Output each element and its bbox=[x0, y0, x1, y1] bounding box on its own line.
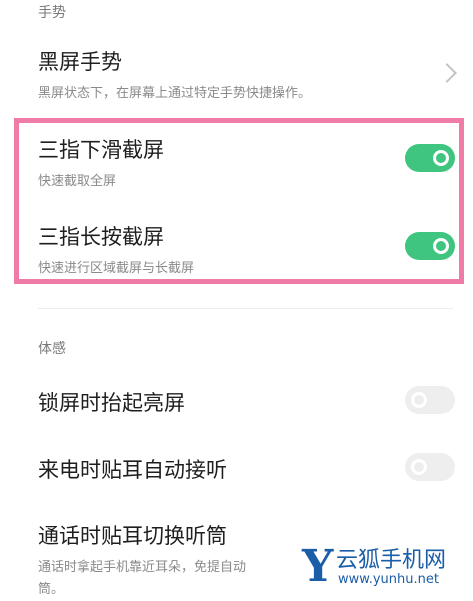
watermark-site-name: 云狐手机网 bbox=[336, 548, 447, 573]
watermark-logo-icon: Y bbox=[302, 541, 334, 592]
section-header-gesture: 手势 bbox=[38, 5, 66, 21]
watermark: Y 云狐手机网 www.yunhu.net bbox=[298, 540, 473, 598]
section-divider bbox=[38, 308, 453, 309]
auto-answer-toggle[interactable] bbox=[405, 453, 455, 481]
section-header-motion: 体感 bbox=[38, 341, 66, 357]
setting-title-raise-to-wake: 锁屏时抬起亮屏 bbox=[38, 391, 185, 415]
toggle-knob bbox=[411, 459, 427, 475]
toggle-knob bbox=[411, 392, 427, 408]
highlight-frame bbox=[14, 118, 464, 284]
chevron-right-icon bbox=[437, 63, 457, 83]
setting-title-auto-answer: 来电时贴耳自动接听 bbox=[38, 458, 227, 482]
settings-page: 手势 黑屏手势 黑屏状态下，在屏幕上通过特定手势快捷操作。 三指下滑截屏 快速截… bbox=[0, 0, 473, 601]
setting-subtitle-switch-earpiece-line1: 通话时拿起手机靠近耳朵，免提自动 bbox=[38, 560, 247, 575]
setting-title-switch-earpiece: 通话时贴耳切换听筒 bbox=[38, 524, 227, 548]
setting-title-black-screen-gesture: 黑屏手势 bbox=[38, 50, 122, 74]
setting-subtitle-black-screen-gesture: 黑屏状态下，在屏幕上通过特定手势快捷操作。 bbox=[38, 86, 312, 101]
raise-to-wake-toggle[interactable] bbox=[405, 386, 455, 414]
setting-subtitle-switch-earpiece-line2: 筒。 bbox=[38, 582, 65, 597]
watermark-url: www.yunhu.net bbox=[338, 572, 439, 587]
